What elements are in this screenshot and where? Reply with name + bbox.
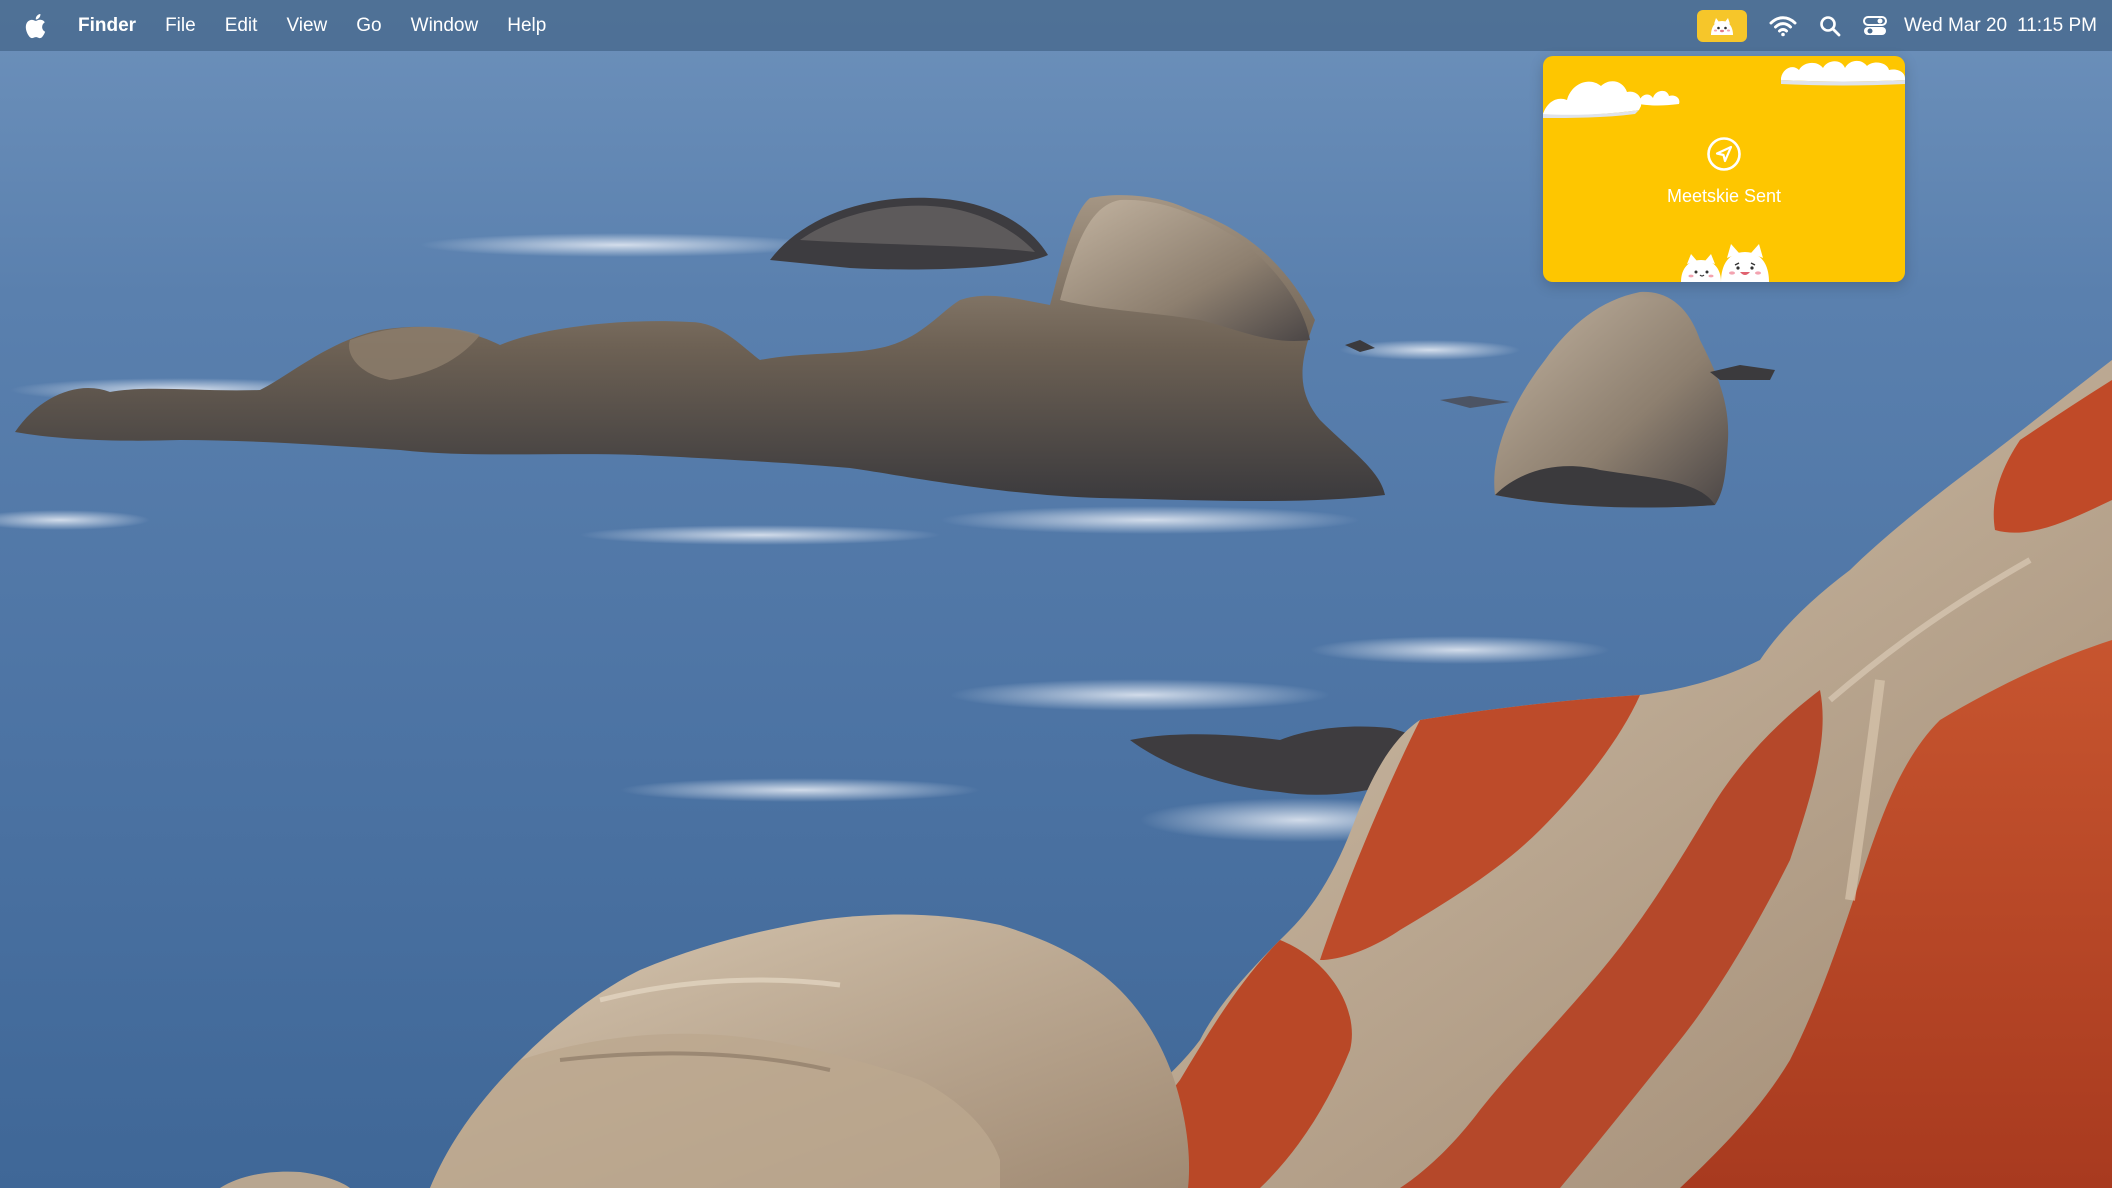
meetskie-mascot-icon[interactable] — [1696, 9, 1747, 42]
apple-logo-icon[interactable] — [24, 13, 46, 39]
menu-bar-clock[interactable]: Wed Mar 20 11:15 PM — [1904, 15, 2097, 37]
menu-view[interactable]: View — [286, 0, 327, 51]
menu-go[interactable]: Go — [356, 0, 381, 51]
search-icon[interactable] — [1819, 0, 1841, 51]
notification-label: Meetskie Sent — [1666, 186, 1782, 206]
menu-file[interactable]: File — [165, 0, 196, 51]
menu-edit[interactable]: Edit — [225, 0, 258, 51]
menu-bar: Finder File Edit View Go Window Help Wed… — [0, 0, 2112, 51]
menu-bar-status-area: Wed Mar 20 11:15 PM — [1696, 0, 2097, 51]
menu-window[interactable]: Window — [411, 0, 479, 51]
meetskie-mascots-icon — [1681, 244, 1769, 282]
clock-time: 11:15 PM — [2017, 14, 2097, 36]
paper-plane-icon — [1707, 137, 1741, 171]
wifi-icon[interactable] — [1769, 0, 1797, 51]
meetskie-sent-notification[interactable]: Meetskie Sent — [1543, 56, 1905, 282]
desktop: Finder File Edit View Go Window Help Wed… — [0, 0, 2112, 1188]
clock-date: Wed Mar 20 — [1903, 14, 2008, 36]
menu-bar-left: Finder File Edit View Go Window Help — [0, 0, 575, 51]
menu-help[interactable]: Help — [507, 0, 546, 51]
menu-app-name[interactable]: Finder — [78, 0, 136, 51]
control-center-icon[interactable] — [1862, 0, 1887, 51]
